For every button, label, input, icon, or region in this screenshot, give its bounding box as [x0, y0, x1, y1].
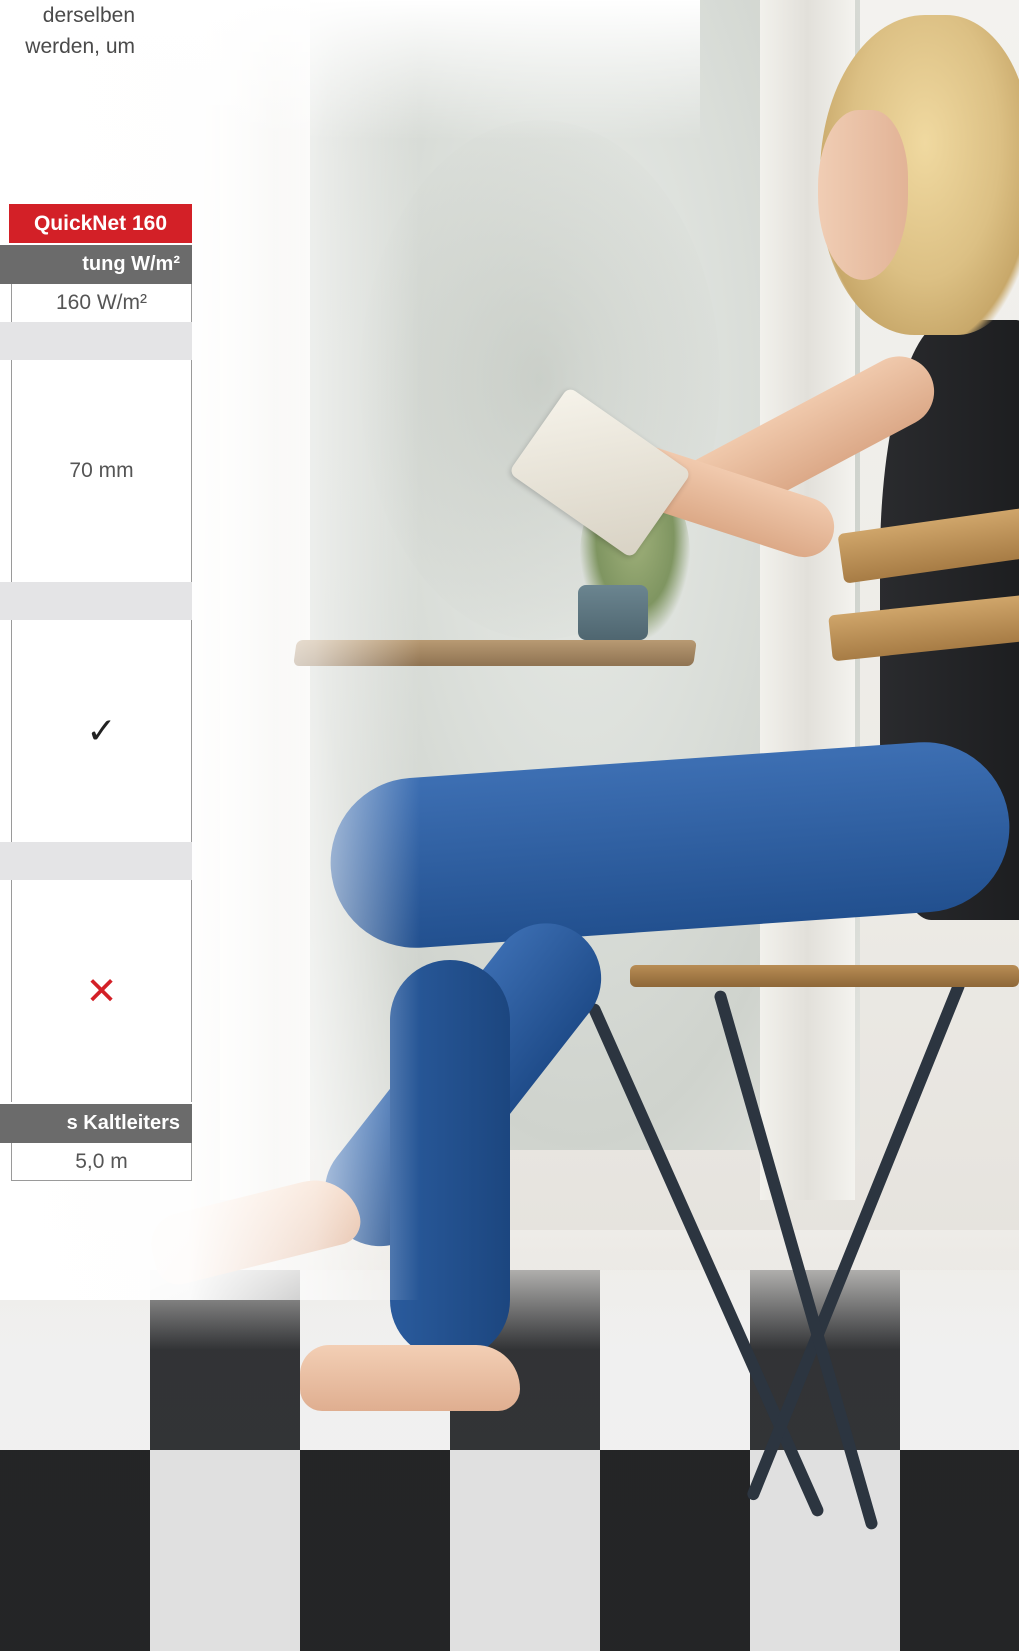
intro-line: derselben — [42, 4, 135, 27]
cold-lead-value-cell: 5,0 m — [11, 1143, 192, 1181]
table-header-row: QuickNet 160 — [0, 204, 192, 243]
checkered-floor-front — [0, 1450, 1019, 1651]
section-band — [0, 322, 192, 360]
product-table: QuickNet 160 tung W/m² 160 W/m² 70 mm ✓ … — [0, 204, 192, 1181]
checkmark-icon: ✓ — [86, 710, 117, 751]
power-value-cell: 160 W/m² — [11, 284, 192, 322]
check-cell: ✓ — [11, 620, 192, 842]
section-header-cold-lead: s Kaltleiters — [0, 1104, 192, 1143]
intro-text: derselben werden, um — [0, 0, 135, 62]
intro-line: werden, um — [25, 35, 135, 58]
height-value-cell: 70 mm — [11, 360, 192, 582]
section-band — [0, 842, 192, 880]
plant-pot — [578, 585, 648, 640]
woman-face — [818, 110, 908, 280]
cross-icon: ✕ — [85, 970, 118, 1013]
section-band — [0, 582, 192, 620]
product-column-header: QuickNet 160 — [9, 204, 192, 243]
cross-cell: ✕ — [11, 880, 192, 1102]
chair-seat — [630, 965, 1019, 987]
column-divider — [0, 204, 9, 243]
woman-foot — [300, 1345, 520, 1411]
section-header-power: tung W/m² — [0, 245, 192, 284]
